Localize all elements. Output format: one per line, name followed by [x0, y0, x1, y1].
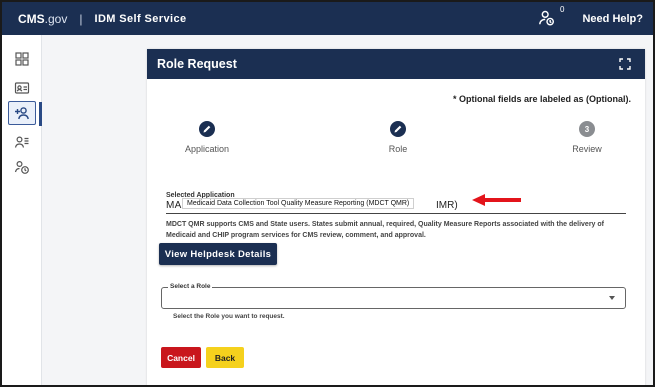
step-application: Application — [177, 121, 237, 154]
selected-application-value-end: IMR) — [436, 200, 458, 211]
rail-item-dashboard[interactable] — [8, 47, 36, 71]
app-name: IDM Self Service — [94, 12, 187, 25]
brand: CMS .gov | IDM Self Service — [18, 12, 186, 26]
id-card-icon — [14, 82, 30, 94]
chevron-down-icon[interactable] — [609, 296, 615, 300]
brand-gov[interactable]: .gov — [45, 12, 68, 26]
step-label: Review — [572, 144, 602, 154]
topbar-actions: 0 Need Help? — [538, 2, 643, 35]
role-request-card: Role Request * Optional fields are label… — [147, 49, 645, 385]
card-header: Role Request — [147, 49, 645, 79]
role-select[interactable]: Select a Role — [161, 283, 626, 309]
user-list-icon — [14, 136, 29, 148]
grid-icon — [15, 52, 29, 66]
step-role: Role — [368, 121, 428, 154]
app-window: CMS.gov | IDM Self Service 0 Need Help? — [0, 0, 655, 387]
card-title: Role Request — [157, 57, 237, 71]
add-user-icon — [15, 107, 29, 120]
view-helpdesk-details-button[interactable]: View Helpdesk Details — [159, 243, 277, 265]
application-description: MDCT QMR supports CMS and State users. S… — [166, 221, 604, 239]
top-navigation-bar: CMS .gov | IDM Self Service 0 Need Help? — [2, 2, 653, 35]
notification-count: 0 — [560, 4, 565, 14]
pencil-icon — [203, 125, 211, 133]
annotation-arrow-icon — [472, 194, 521, 206]
rail-item-history[interactable] — [8, 155, 36, 179]
rail-item-role-request[interactable] — [8, 101, 42, 126]
expand-icon[interactable] — [619, 58, 631, 70]
step-label: Application — [184, 144, 230, 154]
cancel-button[interactable]: Cancel — [161, 347, 201, 368]
brand-separator: | — [79, 11, 83, 26]
rail-item-user-list[interactable] — [8, 130, 36, 154]
step-number: 3 — [579, 121, 595, 137]
pencil-icon — [394, 125, 402, 133]
role-select-helper-text: Select the Role you want to request. — [173, 313, 285, 320]
rail-item-profile[interactable] — [8, 76, 36, 100]
user-history-icon — [14, 160, 29, 174]
optional-fields-note: * Optional fields are labeled as (Option… — [452, 94, 631, 104]
step-complete-marker — [390, 121, 406, 137]
user-notifications-icon[interactable]: 0 — [538, 5, 564, 29]
need-help-link[interactable]: Need Help? — [582, 13, 643, 25]
back-button[interactable]: Back — [206, 347, 244, 368]
step-review: 3 Review — [557, 121, 617, 154]
side-rail — [2, 35, 42, 385]
step-complete-marker — [199, 121, 215, 137]
brand-cms[interactable]: CMS — [18, 12, 45, 26]
step-label: Role — [388, 144, 408, 154]
field-underline — [166, 213, 626, 214]
role-select-label: Select a Role — [168, 283, 213, 290]
application-name-callout: Medicaid Data Collection Tool Quality Me… — [182, 198, 415, 209]
